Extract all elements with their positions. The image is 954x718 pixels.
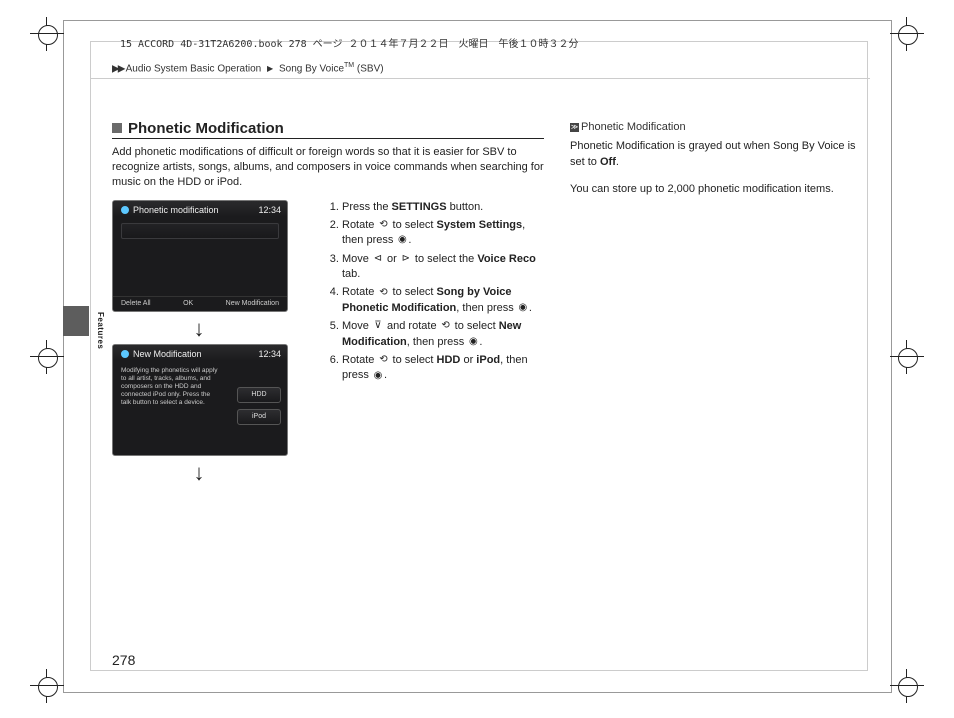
press-dial-icon: ◉ — [517, 303, 529, 313]
register-mark-icon — [30, 669, 64, 703]
screen-indicator-icon — [121, 206, 129, 214]
screen1-title: Phonetic modification — [133, 205, 219, 215]
side-notes-column: ≫Phonetic Modification Phonetic Modifica… — [570, 120, 870, 210]
register-mark-icon — [890, 669, 924, 703]
flow-arrow-down-icon: ↓ — [112, 312, 286, 344]
screen2-title: New Modification — [133, 349, 202, 359]
step-2: Rotate ⟲ to select System Settings, then… — [342, 218, 544, 249]
steps-column: Press the SETTINGS button. Rotate ⟲ to s… — [326, 200, 544, 488]
screen1-bottom-left: Delete All — [121, 300, 151, 307]
breadcrumb-suffix: (SBV) — [354, 63, 383, 74]
move-left-icon: ⊲ — [372, 254, 384, 264]
register-mark-icon — [30, 340, 64, 374]
breadcrumb-part-1: Audio System Basic Operation — [126, 63, 262, 74]
rotate-dial-icon: ⟲ — [377, 288, 389, 298]
move-right-icon: ⊳ — [400, 254, 412, 264]
rotate-dial-icon: ⟲ — [377, 220, 389, 230]
register-mark-icon — [890, 340, 924, 374]
screen1-input-slot — [121, 223, 279, 239]
rotate-dial-icon: ⟲ — [440, 321, 452, 331]
breadcrumb-arrows-icon: ▶▶ — [112, 63, 123, 74]
step-6: Rotate ⟲ to select HDD or iPod, then pre… — [342, 353, 544, 384]
register-mark-icon — [30, 17, 64, 51]
screen1-bottom-mid: OK — [183, 300, 193, 307]
side-heading: ≫Phonetic Modification — [570, 120, 870, 135]
press-dial-icon: ◉ — [467, 337, 479, 347]
register-mark-icon — [890, 17, 924, 51]
section-title-row: Phonetic Modification — [112, 120, 544, 139]
flow-arrow-down-icon: ↓ — [112, 456, 286, 488]
section-thumb-tab — [63, 306, 89, 336]
screens-column: Phonetic modification 12:34 Delete All O… — [112, 200, 312, 488]
screen2-description: Modifying the phonetics will apply to al… — [121, 367, 221, 408]
screen1-bottom-right: New Modification — [226, 300, 279, 307]
section-title: Phonetic Modification — [128, 120, 284, 137]
breadcrumb-rule — [90, 78, 870, 79]
section-intro: Add phonetic modifications of difficult … — [112, 145, 544, 190]
device-screenshot-2: New Modification 12:34 Modifying the pho… — [112, 344, 288, 456]
step-3: Move ⊲ or ⊳ to select the Voice Reco tab… — [342, 252, 544, 283]
breadcrumb: ▶▶ Audio System Basic Operation Song By … — [112, 62, 384, 74]
screen-indicator-icon — [121, 350, 129, 358]
breadcrumb-separator-icon — [264, 63, 276, 74]
page-number: 278 — [112, 652, 135, 668]
side-paragraph-1: Phonetic Modification is grayed out when… — [570, 139, 870, 170]
side-heading-chevron-icon: ≫ — [570, 123, 579, 132]
device-screenshot-1: Phonetic modification 12:34 Delete All O… — [112, 200, 288, 312]
screen2-ipod-button: iPod — [237, 409, 281, 425]
document-meta-line: 15 ACCORD 4D-31T2A6200.book 278 ページ ２０１４… — [120, 35, 578, 50]
press-dial-icon: ◉ — [396, 235, 408, 245]
screen2-clock: 12:34 — [258, 349, 281, 359]
rotate-dial-icon: ⟲ — [377, 355, 389, 365]
section-bullet-icon — [112, 123, 122, 133]
step-1: Press the SETTINGS button. — [342, 200, 544, 215]
step-5: Move ⊽ and rotate ⟲ to select New Modifi… — [342, 319, 544, 350]
side-paragraph-2: You can store up to 2,000 phonetic modif… — [570, 182, 870, 197]
screen2-hdd-button: HDD — [237, 387, 281, 403]
move-down-icon: ⊽ — [372, 321, 384, 331]
screen1-clock: 12:34 — [258, 205, 281, 215]
step-4: Rotate ⟲ to select Song by Voice Phoneti… — [342, 285, 544, 316]
breadcrumb-part-2: Song By Voice — [279, 63, 344, 74]
press-dial-icon: ◉ — [372, 371, 384, 381]
trademark-icon: TM — [344, 62, 354, 69]
side-heading-text: Phonetic Modification — [581, 121, 686, 133]
section-side-label: Features — [96, 312, 105, 349]
